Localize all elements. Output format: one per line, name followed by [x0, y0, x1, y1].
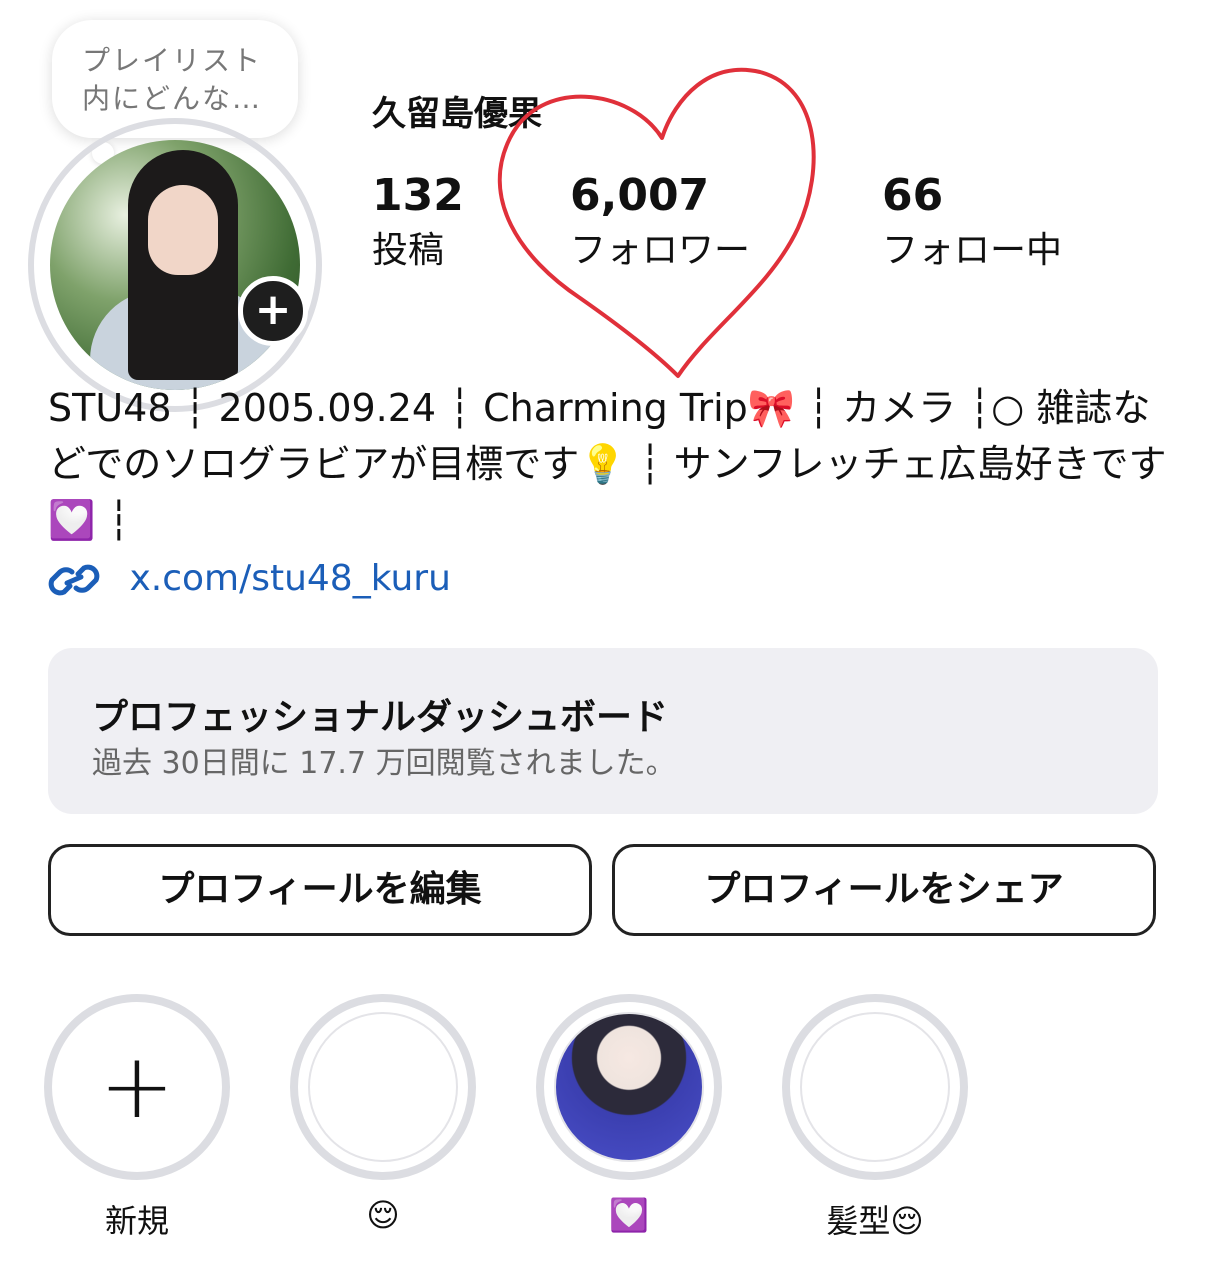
- heart-annotation-icon: [497, 67, 816, 378]
- posts-label: 投稿: [372, 230, 445, 271]
- following-count: 66: [882, 170, 944, 221]
- highlight-cover-photo: [554, 1012, 704, 1162]
- profile-bio: STU48 ┆ 2005.09.24 ┆ Charming Trip🎀 ┆ カメ…: [48, 386, 1167, 542]
- highlight-label: 💟: [609, 1196, 649, 1234]
- share-profile-button[interactable]: プロフィールをシェア: [612, 844, 1156, 936]
- highlight-label: 髪型😌: [826, 1202, 924, 1240]
- add-story-button[interactable]: +: [238, 276, 308, 346]
- posts-count: 132: [372, 170, 464, 221]
- highlight-label: 新規: [104, 1202, 169, 1240]
- following-stat[interactable]: 66 フォロー中: [882, 170, 1062, 273]
- highlight-item[interactable]: [782, 994, 968, 1180]
- dashboard-title: プロフェッショナルダッシュボード: [92, 697, 669, 738]
- profile-note-text: プレイリスト 内にどんな…: [82, 44, 263, 115]
- posts-stat[interactable]: 132 投稿: [372, 170, 464, 273]
- dashboard-subtitle: 過去 30日間に 17.7 万回閲覧されました。: [92, 746, 676, 781]
- avatar[interactable]: [50, 140, 300, 390]
- link-icon: [48, 564, 100, 596]
- profile-link[interactable]: x.com/stu48_kuru: [48, 558, 451, 602]
- highlight-new[interactable]: +: [44, 994, 230, 1180]
- highlight-cover: [800, 1012, 950, 1162]
- profile-link-text: x.com/stu48_kuru: [129, 558, 451, 599]
- following-label: フォロー中: [882, 230, 1063, 271]
- highlight-item[interactable]: [536, 994, 722, 1180]
- highlight-item[interactable]: [290, 994, 476, 1180]
- highlight-label: 😌: [366, 1196, 400, 1234]
- edit-profile-button[interactable]: プロフィールを編集: [48, 844, 592, 936]
- plus-icon: +: [99, 1034, 175, 1139]
- highlight-cover: [308, 1012, 458, 1162]
